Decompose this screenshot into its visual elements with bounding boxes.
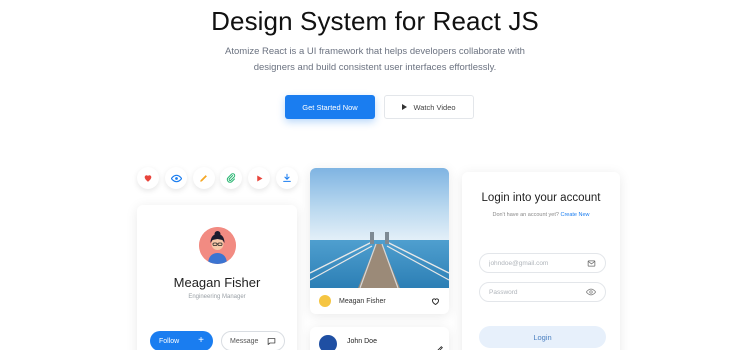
comment-author-name: John Doe bbox=[347, 337, 377, 345]
image-author-name: Meagan Fisher bbox=[339, 297, 386, 305]
avatar bbox=[319, 335, 337, 350]
password-input[interactable] bbox=[489, 288, 579, 296]
pencil-button[interactable] bbox=[193, 167, 215, 189]
comment-row: John Doe bbox=[319, 335, 444, 350]
watch-video-button[interactable]: Watch Video bbox=[384, 95, 474, 119]
hero-subtitle-line1: Atomize React is a UI framework that hel… bbox=[225, 46, 525, 57]
eye-icon bbox=[170, 174, 182, 182]
heart-outline-icon[interactable] bbox=[431, 297, 440, 306]
author-avatar bbox=[319, 295, 331, 307]
message-button[interactable]: Message bbox=[221, 331, 285, 350]
avatar bbox=[199, 227, 236, 264]
profile-card: Meagan Fisher Engineering Manager Follow… bbox=[137, 205, 297, 350]
image-card: Meagan Fisher bbox=[310, 168, 449, 314]
heart-button[interactable] bbox=[137, 167, 159, 189]
heart-icon bbox=[144, 175, 152, 182]
create-new-link[interactable]: Create New bbox=[560, 212, 589, 218]
mail-icon bbox=[587, 260, 596, 266]
chat-icon bbox=[267, 337, 276, 345]
paperclip-icon bbox=[226, 173, 236, 183]
message-label: Message bbox=[230, 337, 259, 345]
email-input[interactable] bbox=[489, 259, 579, 267]
image-card-footer: Meagan Fisher bbox=[310, 288, 449, 314]
login-prompt-text: Don't have an account yet? bbox=[492, 212, 559, 218]
comment-card: John Doe bbox=[310, 327, 449, 350]
download-button[interactable] bbox=[276, 167, 298, 189]
paperclip-button[interactable] bbox=[220, 167, 242, 189]
login-card: Login into your account Don't have an ac… bbox=[462, 172, 620, 350]
download-icon bbox=[283, 173, 291, 182]
play-icon bbox=[256, 175, 262, 181]
watch-video-label: Watch Video bbox=[413, 102, 456, 112]
play-button[interactable] bbox=[248, 167, 270, 189]
profile-role: Engineering Manager bbox=[188, 294, 246, 300]
get-started-button[interactable]: Get Started Now bbox=[285, 95, 375, 119]
follow-label: Follow bbox=[159, 337, 180, 345]
profile-name: Meagan Fisher bbox=[173, 275, 261, 290]
login-button[interactable]: Login bbox=[479, 326, 606, 348]
login-prompt: Don't have an account yet? Create New bbox=[462, 212, 620, 218]
follow-button[interactable]: Follow + bbox=[150, 331, 213, 350]
plus-icon: + bbox=[198, 335, 204, 346]
email-field[interactable] bbox=[479, 253, 606, 273]
pencil-icon bbox=[200, 175, 207, 182]
eye-icon[interactable] bbox=[586, 287, 596, 297]
hero-subtitle: Atomize React is a UI framework that hel… bbox=[225, 44, 525, 76]
hero-title: Design System for React JS bbox=[211, 6, 539, 36]
password-field[interactable] bbox=[479, 282, 606, 302]
pier-photo bbox=[310, 168, 449, 288]
login-title: Login into your account bbox=[481, 192, 601, 204]
eye-button[interactable] bbox=[165, 167, 187, 189]
pencil-icon[interactable] bbox=[436, 345, 444, 350]
hero-subtitle-line2: designers and build consistent user inte… bbox=[253, 62, 497, 73]
play-icon bbox=[402, 104, 408, 110]
